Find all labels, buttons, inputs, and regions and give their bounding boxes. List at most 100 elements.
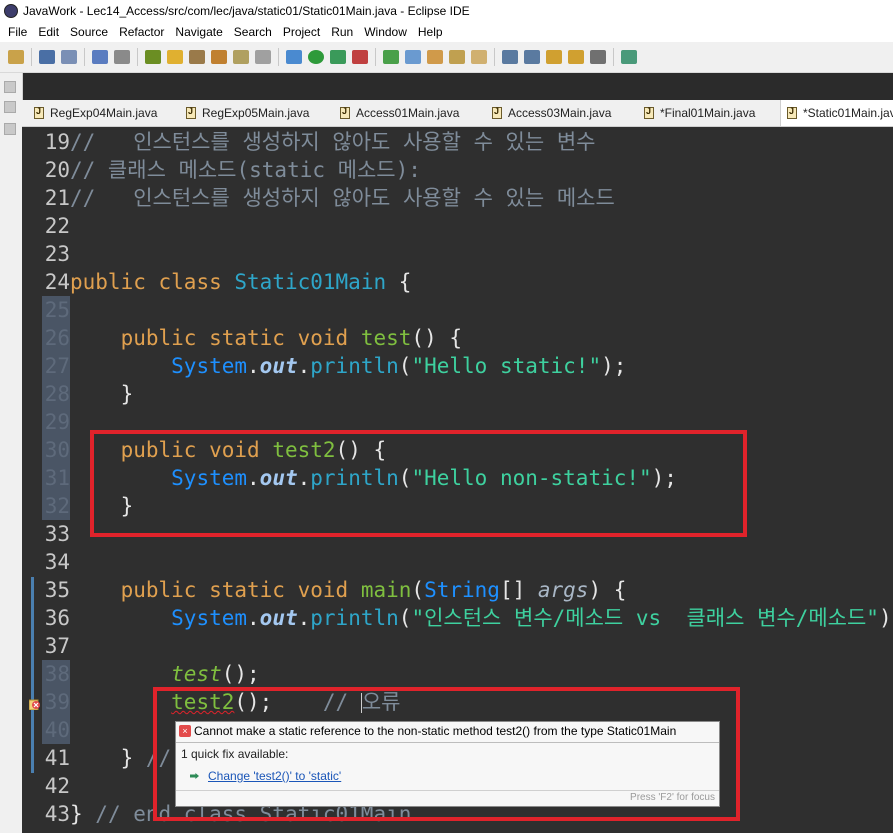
code-line-27: 27 System.out.println("Hello static!");	[42, 352, 626, 380]
pen-icon[interactable]	[167, 50, 183, 64]
code-line-22: 22	[42, 212, 70, 240]
back-arrow-icon[interactable]	[568, 50, 584, 64]
open-console-icon[interactable]	[92, 50, 108, 64]
code-line-29: 29	[42, 408, 70, 436]
keyword: void	[297, 578, 349, 602]
restore-icon[interactable]	[4, 81, 16, 93]
line-number: 32	[42, 492, 70, 520]
tab-regexp05main[interactable]: RegExp05Main.java	[186, 100, 309, 126]
menu-file[interactable]: File	[8, 25, 27, 39]
highlight-box-error	[153, 687, 740, 821]
string-literal: "Hello static!"	[411, 354, 602, 378]
tab-access01main[interactable]: Access01Main.java	[340, 100, 459, 126]
save-all-icon[interactable]	[61, 50, 77, 64]
line-number: 26	[42, 324, 70, 352]
tab-regexp04main[interactable]: RegExp04Main.java	[34, 100, 157, 126]
highlight-box-non-static-method	[90, 430, 747, 537]
punctuation: .	[247, 606, 260, 630]
new-class-icon[interactable]	[383, 50, 399, 64]
coverage-icon[interactable]	[330, 50, 346, 64]
keyword: public	[120, 578, 197, 602]
error-marker-icon[interactable]	[28, 697, 41, 711]
method-name: test	[360, 326, 412, 350]
code-line-19: 19// 인스턴스를 생성하지 않아도 사용할 수 있는 변수	[42, 128, 596, 156]
line-number: 42	[44, 774, 70, 798]
brace: }	[120, 382, 134, 406]
tab-static01main[interactable]: *Static01Main.java	[780, 100, 893, 126]
punctuation: );	[878, 606, 893, 630]
code-line-40: 40	[42, 716, 70, 744]
menu-project[interactable]: Project	[283, 25, 320, 39]
code-line-36: 36 System.out.println("인스턴스 변수/메소드 vs 클래…	[42, 604, 893, 632]
package-icon[interactable]	[189, 50, 205, 64]
line-number: 40	[42, 716, 70, 744]
menu-source[interactable]: Source	[70, 25, 108, 39]
menu-edit[interactable]: Edit	[38, 25, 59, 39]
forward-arrow-icon[interactable]	[590, 50, 606, 64]
line-number: 43	[44, 802, 70, 826]
punctuation: );	[601, 354, 627, 378]
code-line-25: 25	[42, 296, 70, 324]
class-icon[interactable]	[211, 50, 227, 64]
code-line-41: 41 } //	[42, 744, 171, 772]
editor-tab-bar: RegExp04Main.java RegExp05Main.java Acce…	[22, 100, 893, 127]
next-annotation-icon[interactable]	[502, 50, 518, 64]
menu-run[interactable]: Run	[331, 25, 353, 39]
pilcrow-icon[interactable]	[255, 50, 271, 64]
hierarchy-icon[interactable]	[4, 123, 16, 135]
brush-icon[interactable]	[471, 50, 487, 64]
line-number: 35	[44, 578, 70, 602]
tab-label: Access01Main.java	[356, 106, 460, 120]
line-number: 36	[44, 606, 70, 630]
new-java-project-icon[interactable]	[145, 50, 161, 64]
menu-navigate[interactable]: Navigate	[175, 25, 222, 39]
line-number: 24	[44, 270, 70, 294]
change-ruler	[31, 577, 34, 773]
save-icon[interactable]	[39, 50, 55, 64]
menu-bar: File Edit Source Refactor Navigate Searc…	[0, 22, 893, 42]
code-line-23: 23	[42, 240, 70, 268]
perspective-icon[interactable]	[621, 50, 637, 64]
new-icon[interactable]	[8, 50, 24, 64]
menu-refactor[interactable]: Refactor	[119, 25, 164, 39]
code-line-42: 42	[42, 772, 70, 800]
code-line-33: 33	[42, 520, 70, 548]
code-line-28: 28 }	[42, 380, 133, 408]
run-icon[interactable]	[308, 50, 324, 64]
punctuation: []	[499, 578, 538, 602]
class-name: System	[171, 354, 248, 378]
punctuation: .	[247, 354, 260, 378]
window-title: JavaWork - Lec14_Access/src/com/lec/java…	[23, 4, 470, 18]
tab-final01main[interactable]: *Final01Main.java	[644, 100, 755, 126]
previous-annotation-icon[interactable]	[524, 50, 540, 64]
line-number: 41	[44, 746, 70, 770]
tab-label: *Final01Main.java	[660, 106, 756, 120]
build-icon[interactable]	[233, 50, 249, 64]
last-edit-icon[interactable]	[546, 50, 562, 64]
menu-window[interactable]: Window	[364, 25, 407, 39]
external-tools-icon[interactable]	[352, 50, 368, 64]
line-number: 20	[44, 158, 70, 182]
skip-breakpoints-icon[interactable]	[114, 50, 130, 64]
punctuation: (	[398, 606, 412, 630]
debug-icon[interactable]	[286, 50, 302, 64]
menu-help[interactable]: Help	[418, 25, 443, 39]
static-field: out	[259, 354, 298, 378]
open-type-icon[interactable]	[405, 50, 421, 64]
toolbar-separator	[278, 48, 279, 66]
menu-search[interactable]: Search	[234, 25, 272, 39]
comment: // 클래스 메소드(static 메소드):	[70, 158, 421, 182]
line-number: 30	[42, 436, 70, 464]
comment: // 인스턴스를 생성하지 않아도 사용할 수 있는 메소드	[70, 186, 615, 210]
code-line-21: 21// 인스턴스를 생성하지 않아도 사용할 수 있는 메소드	[42, 184, 615, 212]
open-folder-icon[interactable]	[427, 50, 443, 64]
editor-gutter	[22, 127, 42, 833]
window-titlebar: JavaWork - Lec14_Access/src/com/lec/java…	[0, 0, 893, 22]
tab-label: RegExp05Main.java	[202, 106, 310, 120]
punctuation: .	[297, 354, 311, 378]
line-number: 28	[42, 380, 70, 408]
toolbar-separator	[137, 48, 138, 66]
package-explorer-icon[interactable]	[4, 101, 16, 113]
tab-access03main[interactable]: Access03Main.java	[492, 100, 611, 126]
open-resource-icon[interactable]	[449, 50, 465, 64]
